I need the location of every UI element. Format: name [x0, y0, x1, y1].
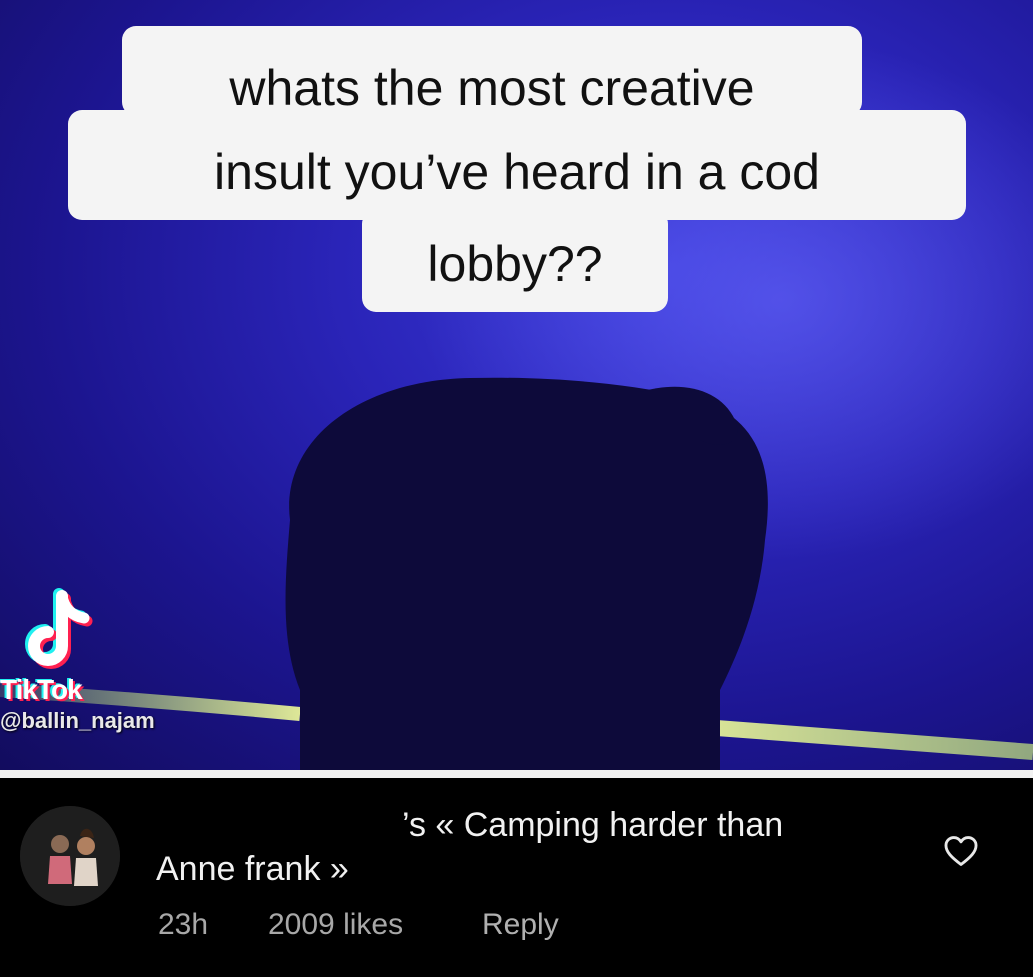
- caption-line-2: insult you’ve heard in a cod: [68, 110, 966, 220]
- avatar[interactable]: [20, 806, 120, 906]
- comment-timestamp: 23h: [158, 908, 209, 941]
- comment-likes-count[interactable]: 2009 likes: [268, 908, 403, 942]
- avatar-photo-icon: [20, 806, 120, 906]
- heart-outline-icon[interactable]: [942, 832, 980, 870]
- tiktok-logo-icon: [25, 588, 93, 669]
- divider: [0, 770, 1033, 778]
- caption-line-3: lobby??: [362, 210, 668, 312]
- comment-text-line-2: Anne frank »: [156, 850, 349, 888]
- reply-button[interactable]: Reply: [482, 908, 559, 942]
- video-frame[interactable]: whats the most creative insult you’ve he…: [0, 0, 1033, 770]
- person-silhouette: [285, 377, 768, 770]
- caption-line-1: whats the most creative: [122, 26, 862, 116]
- tiktok-watermark-brand: TikTok: [0, 674, 83, 705]
- tiktok-watermark-handle: @ballin_najam: [0, 708, 155, 733]
- comment-text-line-1: ’s « Camping harder than: [402, 806, 784, 844]
- comment-item: ’s « Camping harder than Anne frank » 23…: [0, 778, 1033, 977]
- led-strip-right: [689, 718, 1033, 760]
